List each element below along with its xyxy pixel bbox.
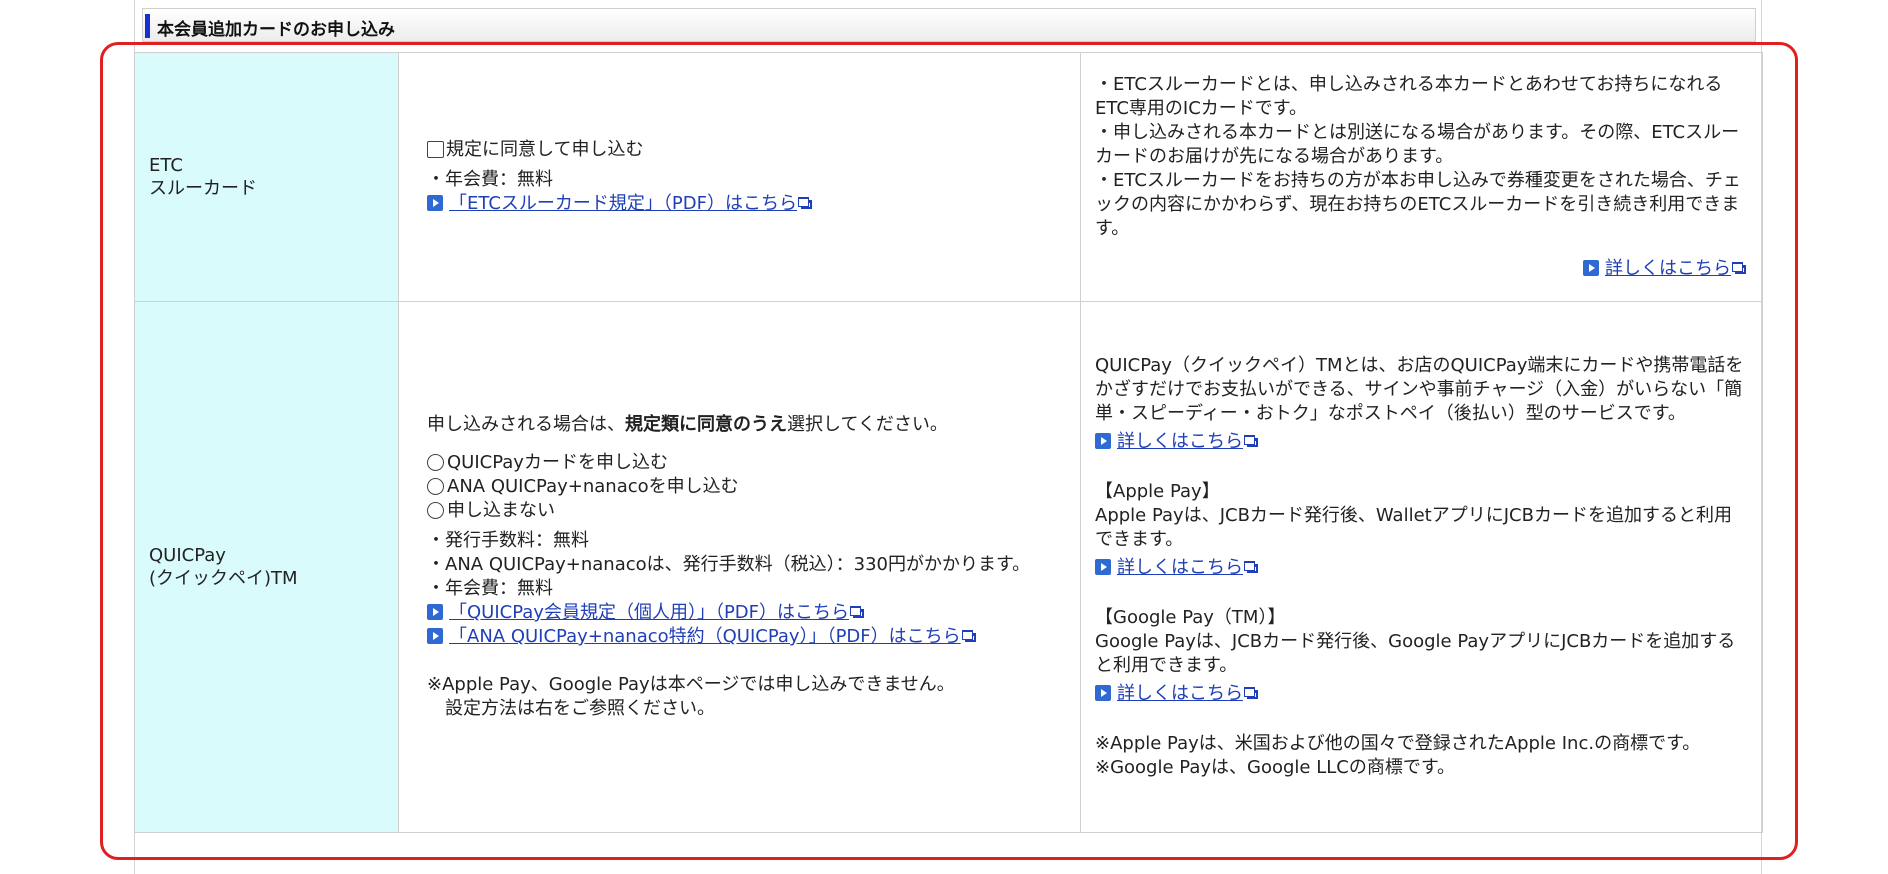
new-window-icon xyxy=(1732,262,1746,274)
quicpay-radio-2[interactable] xyxy=(427,478,444,495)
google-pay-link-line[interactable]: 詳しくはこちら xyxy=(1095,682,1746,706)
instruction-pre: 申し込みされる場合は、 xyxy=(427,414,625,435)
arrow-right-icon xyxy=(1095,685,1111,701)
etc-detail-link[interactable]: 詳しくはこちら xyxy=(1605,258,1731,279)
ana-quicpay-terms-link[interactable]: 「ANA QUICPay+nanaco特約（QUICPay）」（PDF）はこちら xyxy=(449,626,961,647)
etc-fee: ・年会費：無料 xyxy=(427,169,553,190)
quicpay-label-cell: QUICPay (クイックペイ)TM xyxy=(134,301,399,833)
arrow-right-icon xyxy=(427,195,443,211)
new-window-icon xyxy=(1244,687,1258,699)
quicpay-label-line2: (クイックペイ)TM xyxy=(149,568,298,589)
quicpay-option-3[interactable]: 申し込まない xyxy=(427,499,1080,523)
section-header: 本会員追加カードのお申し込み xyxy=(142,8,1756,42)
google-pay-link[interactable]: 詳しくはこちら xyxy=(1117,683,1243,704)
quicpay-option-1[interactable]: QUICPayカードを申し込む xyxy=(427,451,1080,475)
quicpay-option-1-label: QUICPayカードを申し込む xyxy=(447,452,668,473)
etc-label-line2: スルーカード xyxy=(149,178,257,199)
arrow-right-icon xyxy=(427,604,443,620)
apple-pay-link[interactable]: 詳しくはこちら xyxy=(1117,557,1243,578)
etc-options-cell: 規定に同意して申し込む ・年会費：無料 「ETCスルーカード規定」（PDF）はこ… xyxy=(398,52,1081,302)
google-pay-text: Google Payは、JCBカード発行後、Google PayアプリにJCBカ… xyxy=(1095,631,1736,676)
apple-pay-text: Apple Payは、JCBカード発行後、WalletアプリにJCBカードを追加… xyxy=(1095,505,1732,550)
quicpay-radio-1[interactable] xyxy=(427,454,444,471)
quicpay-radio-3[interactable] xyxy=(427,502,444,519)
new-window-icon xyxy=(1244,561,1258,573)
etc-desc-2: ・申し込みされる本カードとは別送になる場合があります。その際、ETCスルーカード… xyxy=(1095,122,1740,167)
apple-pay-heading: 【Apple Pay】 xyxy=(1095,481,1220,502)
google-pay-trademark: ※Google Payは、Google LLCの商標です。 xyxy=(1095,757,1456,778)
etc-agree-checkbox[interactable] xyxy=(427,141,444,158)
new-window-icon xyxy=(797,197,812,209)
ana-quicpay-terms-link-line[interactable]: 「ANA QUICPay+nanaco特約（QUICPay）」（PDF）はこちら xyxy=(427,625,1080,649)
instruction-bold: 規定類に同意のうえ xyxy=(625,414,787,435)
etc-description-cell: ・ETCスルーカードとは、申し込みされる本カードとあわせてお持ちになれるETC専… xyxy=(1080,52,1763,302)
quicpay-label-line1: QUICPay xyxy=(149,545,226,566)
etc-detail-link-line[interactable]: 詳しくはこちら xyxy=(1095,257,1746,281)
quicpay-terms-link[interactable]: 「QUICPay会員規定（個人用）」（PDF）はこちら xyxy=(449,602,849,623)
quicpay-detail-link[interactable]: 詳しくはこちら xyxy=(1117,431,1243,452)
apple-pay-trademark: ※Apple Payは、米国および他の国々で登録されたApple Inc.の商標… xyxy=(1095,733,1701,754)
arrow-right-icon xyxy=(427,628,443,644)
google-pay-heading: 【Google Pay（TM）】 xyxy=(1095,607,1286,628)
quicpay-detail-link-line[interactable]: 詳しくはこちら xyxy=(1095,430,1746,454)
etc-agree-label: 規定に同意して申し込む xyxy=(446,139,644,160)
quicpay-row: QUICPay (クイックペイ)TM 申し込みされる場合は、規定類に同意のうえ選… xyxy=(134,301,1763,833)
etc-label-cell: ETC スルーカード xyxy=(134,52,399,302)
quicpay-fee-2: ・ANA QUICPay+nanacoは、発行手数料（税込）：330円がかかりま… xyxy=(427,554,1031,575)
quicpay-intro: QUICPay（クイックペイ）TMとは、お店のQUICPay端末にカードや携帯電… xyxy=(1095,355,1744,424)
etc-desc-3: ・ETCスルーカードをお持ちの方が本お申し込みで券種変更をされた場合、チェックの… xyxy=(1095,170,1741,239)
new-window-icon xyxy=(850,606,865,618)
etc-agree-option[interactable]: 規定に同意して申し込む xyxy=(427,138,1080,162)
section-title: 本会員追加カードのお申し込み xyxy=(157,20,395,40)
etc-row: ETC スルーカード 規定に同意して申し込む ・年会費：無料 「ETCスルーカー… xyxy=(134,52,1763,302)
etc-label-line1: ETC xyxy=(149,155,183,176)
quicpay-fee-3: ・年会費：無料 xyxy=(427,578,553,599)
additional-card-form: ETC スルーカード 規定に同意して申し込む ・年会費：無料 「ETCスルーカー… xyxy=(134,52,1763,833)
quicpay-option-3-label: 申し込まない xyxy=(447,500,555,521)
arrow-right-icon xyxy=(1095,559,1111,575)
quicpay-description-cell: QUICPay（クイックペイ）TMとは、お店のQUICPay端末にカードや携帯電… xyxy=(1080,301,1763,833)
etc-terms-link[interactable]: 「ETCスルーカード規定」（PDF）はこちら xyxy=(449,193,797,214)
etc-desc-1: ・ETCスルーカードとは、申し込みされる本カードとあわせてお持ちになれるETC専… xyxy=(1095,74,1723,119)
quicpay-instruction: 申し込みされる場合は、規定類に同意のうえ選択してください。 xyxy=(427,413,1080,437)
quicpay-options-cell: 申し込みされる場合は、規定類に同意のうえ選択してください。 QUICPayカード… xyxy=(398,301,1081,833)
quicpay-terms-link-line[interactable]: 「QUICPay会員規定（個人用）」（PDF）はこちら xyxy=(427,601,1080,625)
quicpay-note-2: 設定方法は右をご参照ください。 xyxy=(445,698,715,719)
new-window-icon xyxy=(1244,435,1258,447)
quicpay-fee-1: ・発行手数料：無料 xyxy=(427,530,589,551)
quicpay-option-2[interactable]: ANA QUICPay+nanacoを申し込む xyxy=(427,475,1080,499)
quicpay-option-2-label: ANA QUICPay+nanacoを申し込む xyxy=(447,476,739,497)
arrow-right-icon xyxy=(1095,433,1111,449)
etc-terms-link-line[interactable]: 「ETCスルーカード規定」（PDF）はこちら xyxy=(427,192,1080,216)
quicpay-note-1: ※Apple Pay、Google Payは本ページでは申し込みできません。 xyxy=(427,674,955,695)
new-window-icon xyxy=(961,630,976,642)
section-header-bar xyxy=(145,14,150,38)
apple-pay-link-line[interactable]: 詳しくはこちら xyxy=(1095,556,1746,580)
instruction-post: 選択してください。 xyxy=(787,414,948,435)
arrow-right-icon xyxy=(1583,260,1599,276)
